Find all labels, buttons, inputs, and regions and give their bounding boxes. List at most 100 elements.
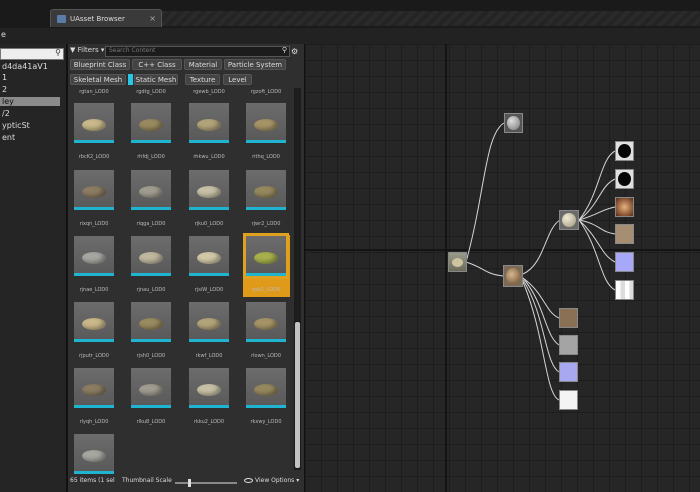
- texture-node-normal[interactable]: [559, 362, 578, 382]
- asset-thumbnail[interactable]: [131, 302, 171, 342]
- texture-node-white[interactable]: [615, 280, 634, 300]
- title-bar: UAsset Browser ×: [0, 0, 700, 28]
- wire: [522, 277, 560, 346]
- search-icon[interactable]: ⚲: [55, 48, 61, 57]
- mesh-preview: [254, 119, 278, 131]
- asset-thumbnail[interactable]: [131, 103, 171, 143]
- view-options-button[interactable]: View Options ▾: [255, 477, 299, 484]
- asset-thumbnail[interactable]: [74, 368, 114, 408]
- texture-node-tan[interactable]: [615, 224, 634, 244]
- filter-chip-level[interactable]: Level: [223, 74, 252, 85]
- asset-thumbnail[interactable]: [74, 170, 114, 210]
- asset-thumbnail[interactable]: [131, 236, 171, 276]
- root-mesh-node[interactable]: [448, 252, 467, 272]
- menu-item[interactable]: e: [1, 30, 6, 39]
- asset-thumbnail[interactable]: [189, 368, 229, 408]
- texture-node-black[interactable]: [615, 169, 634, 189]
- asset-thumbnail[interactable]: [246, 236, 286, 276]
- texture-node-white[interactable]: [559, 390, 578, 410]
- material-sphere-node[interactable]: [504, 113, 523, 133]
- asset-label: riqga_LOD0: [136, 221, 166, 227]
- asset-thumbnail[interactable]: [131, 368, 171, 408]
- texture-node-grey[interactable]: [559, 335, 578, 355]
- texture-node-rock[interactable]: [615, 197, 634, 217]
- mesh-preview: [197, 318, 221, 330]
- filter-chip-particle-system[interactable]: Particle System: [224, 59, 286, 70]
- mesh-preview: [82, 119, 106, 131]
- mesh-preview: [139, 318, 163, 330]
- asset-label: rjsiW_LOD0: [194, 287, 224, 293]
- asset-thumbnail[interactable]: [74, 434, 114, 474]
- asset-label: rlyqh_LOD0: [79, 419, 109, 425]
- tree-item-selected[interactable]: ley: [0, 97, 60, 106]
- asset-label: rkxwy_LOD0: [250, 419, 282, 425]
- folder-tree: ⚲ d4da41aV1 1 2 ley /2 ypticSt ent: [0, 44, 66, 492]
- filter-chip-texture[interactable]: Texture: [185, 74, 220, 85]
- mesh-preview: [82, 318, 106, 330]
- tree-item[interactable]: d4da41aV1: [2, 62, 48, 71]
- asset-thumbnail[interactable]: [74, 103, 114, 143]
- thumbnail-scale-label: Thumbnail Scale: [122, 477, 172, 484]
- reference-graph[interactable]: [305, 44, 700, 492]
- mesh-preview: [197, 252, 221, 264]
- thumbnail-scale-slider[interactable]: [175, 482, 237, 484]
- filter-chip-blueprint-class[interactable]: Blueprint Class: [70, 59, 130, 70]
- asset-label: rkwf_LOD0: [195, 353, 223, 359]
- asset-label: rjsh0_LOD0: [136, 353, 166, 359]
- menu-bar: e: [0, 28, 700, 44]
- tree-item[interactable]: 2: [2, 85, 7, 94]
- wire: [465, 122, 505, 263]
- thumbnail-scale-knob[interactable]: [187, 479, 191, 487]
- asset-browser-icon: [57, 14, 66, 23]
- asset-thumbnail[interactable]: [189, 103, 229, 143]
- mesh-node[interactable]: [503, 265, 523, 287]
- asset-thumbnail[interactable]: [189, 170, 229, 210]
- asset-thumbnail[interactable]: [246, 103, 286, 143]
- material-node[interactable]: [559, 210, 579, 230]
- asset-thumbnail[interactable]: [189, 236, 229, 276]
- wire: [522, 279, 560, 373]
- asset-thumbnail[interactable]: [246, 170, 286, 210]
- asset-label: rbcK2_LOD0: [78, 154, 110, 160]
- asset-label: rithq_LOD0: [252, 154, 280, 160]
- asset-label: rjku0_LOD0: [194, 221, 224, 227]
- wire: [578, 206, 616, 221]
- settings-icon[interactable]: ⚙: [291, 47, 298, 56]
- filter-chip-cpp-class[interactable]: C++ Class: [132, 59, 182, 70]
- filter-chip-skeletal-mesh[interactable]: Skeletal Mesh: [70, 74, 126, 85]
- filter-chip-static-mesh[interactable]: Static Mesh: [134, 74, 178, 85]
- tab-uasset-browser[interactable]: UAsset Browser ×: [50, 9, 162, 27]
- asset-thumbnail[interactable]: [74, 236, 114, 276]
- tree-item[interactable]: ypticSt: [2, 121, 30, 130]
- search-icon[interactable]: ⚲: [282, 46, 287, 54]
- tree-item[interactable]: 1: [2, 73, 7, 82]
- wire: [578, 219, 616, 235]
- asset-label: rgdtg_LOD0: [136, 89, 166, 95]
- eye-icon[interactable]: [244, 478, 253, 483]
- asset-thumbnail[interactable]: [74, 302, 114, 342]
- asset-thumbnail[interactable]: [246, 368, 286, 408]
- mesh-preview: [254, 186, 278, 198]
- tree-item[interactable]: ent: [2, 133, 15, 142]
- texture-node-rock[interactable]: [559, 308, 578, 328]
- scrollbar-thumb[interactable]: [295, 322, 300, 468]
- tree-item[interactable]: /2: [2, 109, 10, 118]
- close-icon[interactable]: ×: [149, 14, 156, 23]
- mesh-preview: [254, 252, 278, 264]
- filters-button[interactable]: ▼ Filters ▾: [70, 46, 104, 54]
- content-search-input[interactable]: Search Content ⚲: [105, 46, 290, 57]
- asset-label: rjwr2_LOD0: [251, 221, 281, 227]
- asset-label: rjxk1_LOD0: [251, 287, 281, 293]
- mesh-preview: [197, 119, 221, 131]
- asset-thumbnail[interactable]: [131, 170, 171, 210]
- texture-node-normal[interactable]: [615, 252, 634, 272]
- mesh-preview: [139, 186, 163, 198]
- asset-thumbnail[interactable]: [246, 302, 286, 342]
- filter-chip-material[interactable]: Material: [184, 59, 222, 70]
- folder-search-input[interactable]: ⚲: [0, 48, 64, 60]
- search-placeholder: Search Content: [109, 47, 156, 54]
- asset-label: rjnae_LOD0: [79, 287, 109, 293]
- texture-node-black[interactable]: [615, 141, 634, 161]
- asset-thumbnail[interactable]: [189, 302, 229, 342]
- mesh-preview: [254, 318, 278, 330]
